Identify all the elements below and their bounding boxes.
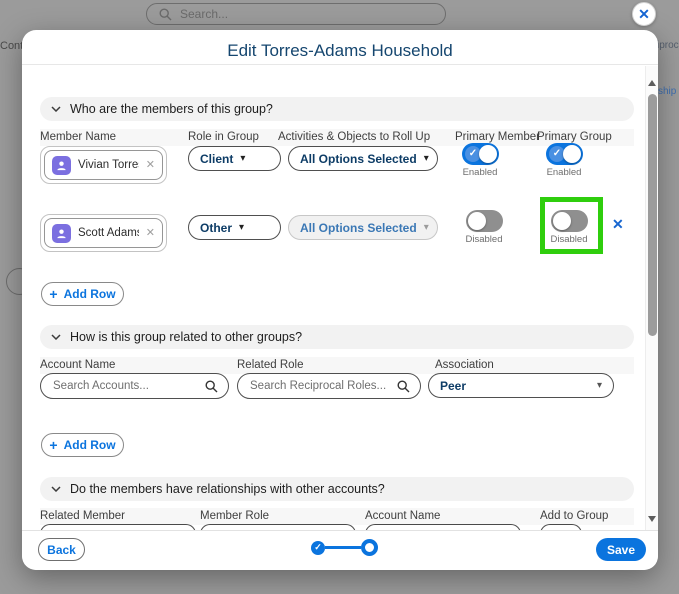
divider [22,64,658,65]
association-value: Peer [440,379,466,393]
account-search-field[interactable] [40,373,229,399]
step-current-dot [361,539,378,556]
col-primary-member: Primary Member [455,131,540,143]
section-members-header[interactable]: Who are the members of this group? [40,97,634,121]
search-input[interactable] [180,7,433,21]
progress-connector [325,546,361,549]
search-icon [397,380,410,393]
caret-down-icon: ▾ [424,154,429,164]
toggle-knob [563,145,581,163]
col-association: Association [435,359,494,371]
modal-footer: Back ✓ Save [22,530,658,570]
col-related-member: Related Member [40,510,125,522]
section-relationships-header[interactable]: Do the members have relationships with o… [40,477,634,501]
col-member-name: Member Name [40,131,116,143]
chevron-down-icon [51,106,61,112]
caret-down-icon: ▾ [240,154,245,164]
screen: Contac iproc ship G ✕ Edit Torres-Adams … [0,0,679,594]
modal-scrollbar[interactable] [645,66,658,530]
add-row-label: Add Row [64,438,116,452]
remove-row-icon[interactable]: ✕ [612,217,624,231]
toggle-state-label: Disabled [454,234,514,245]
col-role-in-group: Role in Group [188,131,259,143]
toggle-knob [479,145,497,163]
toggle-knob [468,212,486,230]
contact-avatar [52,224,71,243]
close-modal-button[interactable]: ✕ [632,2,656,26]
section-related-groups-header[interactable]: How is this group related to other group… [40,325,634,349]
toggle-state-label: Enabled [534,167,594,178]
role-dropdown[interactable]: Other ▾ [188,215,281,240]
background-clipped-text: iproc [657,40,679,51]
contact-avatar [52,156,71,175]
caret-down-icon: ▾ [597,381,602,391]
primary-group-toggle[interactable]: ✓ [546,143,583,165]
toggle-state-label: Disabled [539,234,599,245]
primary-member-toggle[interactable] [466,210,503,232]
edit-household-modal: Edit Torres-Adams Household Who are the … [22,30,658,570]
step-complete-dot: ✓ [311,541,325,555]
add-row-button[interactable]: + Add Row [41,282,124,306]
background-clipped-link: ship G [658,86,679,97]
remove-chip-icon[interactable]: ✕ [146,160,155,171]
scroll-up-arrow-icon[interactable] [648,80,656,86]
association-select[interactable]: Peer ▾ [428,373,614,398]
save-label: Save [607,543,635,557]
column-header-strip [40,357,634,374]
search-icon [205,380,218,393]
toggle-state-label: Enabled [450,167,510,178]
scrollbar-thumb[interactable] [648,94,657,336]
add-row-button[interactable]: + Add Row [41,433,124,457]
close-icon: ✕ [638,6,650,23]
col-add-to-group: Add to Group [540,510,608,522]
member-lookup-field: Vivian Torres ✕ [40,146,167,184]
scroll-down-arrow-icon[interactable] [648,516,656,522]
section-heading: Do the members have relationships with o… [70,482,385,496]
add-row-label: Add Row [64,287,116,301]
activities-value: All Options Selected [300,152,417,166]
role-value: Client [200,152,233,166]
save-button[interactable]: Save [596,538,646,561]
caret-down-icon: ▾ [424,223,429,233]
toggle-knob [553,212,571,230]
col-account-name: Account Name [40,359,115,371]
modal-title: Edit Torres-Adams Household [22,41,658,61]
section-heading: Who are the members of this group? [70,102,273,116]
member-lookup-field: Scott Adams ✕ [40,214,167,252]
caret-down-icon: ▾ [239,223,244,233]
global-search-bar[interactable] [146,3,446,25]
member-name: Scott Adams [78,227,139,239]
member-chip: Scott Adams ✕ [44,218,163,248]
col-primary-group: Primary Group [537,131,612,143]
reciprocal-role-search-input[interactable] [250,380,391,392]
wizard-progress-indicator: ✓ [311,539,378,556]
primary-member-toggle[interactable]: ✓ [462,143,499,165]
col-account-name: Account Name [365,510,440,522]
remove-chip-icon[interactable]: ✕ [146,228,155,239]
col-related-role: Related Role [237,359,303,371]
section-heading: How is this group related to other group… [70,330,302,344]
plus-icon: + [49,438,57,452]
activities-value: All Options Selected [300,221,417,235]
role-value: Other [200,221,232,235]
back-label: Back [47,543,76,557]
activities-dropdown[interactable]: All Options Selected ▾ [288,146,438,171]
chevron-down-icon [51,486,61,492]
reciprocal-role-search-field[interactable] [237,373,421,399]
col-member-role: Member Role [200,510,269,522]
back-button[interactable]: Back [38,538,85,561]
activities-dropdown-disabled: All Options Selected ▾ [288,215,438,240]
member-name: Vivian Torres [78,159,139,171]
check-icon: ✓ [314,542,322,553]
person-icon [56,228,67,239]
account-search-input[interactable] [53,380,199,392]
plus-icon: + [49,287,57,301]
col-activities: Activities & Objects to Roll Up [278,131,430,143]
person-icon [56,160,67,171]
role-dropdown[interactable]: Client ▾ [188,146,281,171]
search-icon [159,8,172,21]
member-chip: Vivian Torres ✕ [44,150,163,180]
chevron-down-icon [51,334,61,340]
primary-group-toggle[interactable] [551,210,588,232]
